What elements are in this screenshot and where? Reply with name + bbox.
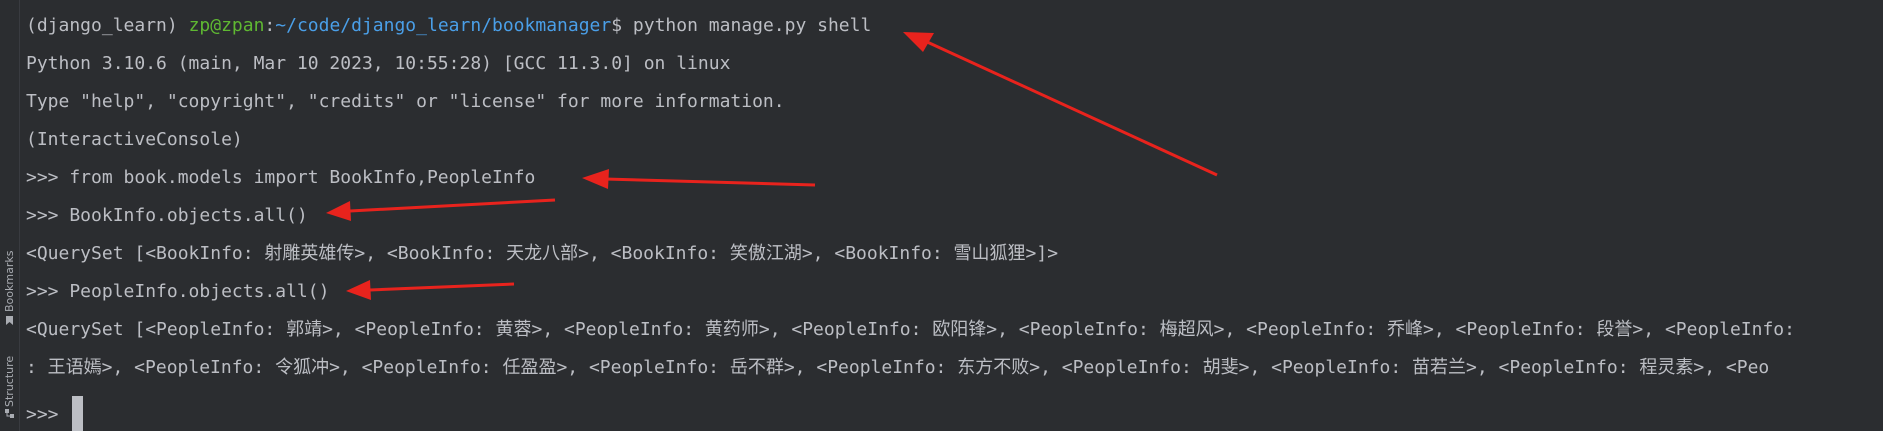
structure-icon [5, 409, 14, 418]
import-statement-line: >>> from book.models import BookInfo,Peo… [26, 167, 536, 188]
bookmark-icon [5, 316, 14, 325]
shell-prompt-line: (django_learn) zp@zpan:~/code/django_lea… [26, 14, 871, 38]
prompt-symbol: $ [611, 15, 623, 36]
side-tool-strip: Bookmarks Structure [0, 0, 20, 431]
peopleinfo-result-line: <QuerySet [<PeopleInfo: 郭靖>, <PeopleInfo… [26, 319, 1795, 340]
virtualenv-label: (django_learn) [26, 15, 178, 36]
user-host: zp@zpan [188, 15, 265, 36]
bookmarks-tab-label: Bookmarks [3, 250, 16, 312]
shell-command: python manage.py shell [632, 15, 872, 36]
working-directory: ~/code/django_learn/bookmanager [275, 15, 612, 36]
bookinfo-query-line: >>> BookInfo.objects.all() [26, 205, 308, 226]
current-prompt-line[interactable]: >>> [26, 396, 83, 431]
console-banner-line: (InteractiveConsole) [26, 129, 243, 150]
bookmarks-tool-tab[interactable]: Bookmarks [1, 250, 18, 330]
peopleinfo-result-continuation-line: : 王语嫣>, <PeopleInfo: 令狐冲>, <PeopleInfo: … [26, 357, 1770, 378]
bookinfo-result-line: <QuerySet [<BookInfo: 射雕英雄传>, <BookInfo:… [26, 243, 1059, 264]
terminal-window: Bookmarks Structure (django_learn) zp@zp… [0, 0, 1883, 431]
peopleinfo-query-line: >>> PeopleInfo.objects.all() [26, 281, 330, 302]
terminal-output[interactable]: (django_learn) zp@zpan:~/code/django_lea… [26, 0, 1883, 431]
python-version-line: Python 3.10.6 (main, Mar 10 2023, 10:55:… [26, 53, 731, 74]
help-hint-line: Type "help", "copyright", "credits" or "… [26, 91, 785, 112]
structure-tab-label: Structure [3, 355, 16, 407]
text-cursor [71, 396, 83, 431]
prompt-separator: : [264, 15, 276, 36]
repl-prompt: >>> [26, 404, 59, 425]
structure-tool-tab[interactable]: Structure [1, 345, 18, 418]
